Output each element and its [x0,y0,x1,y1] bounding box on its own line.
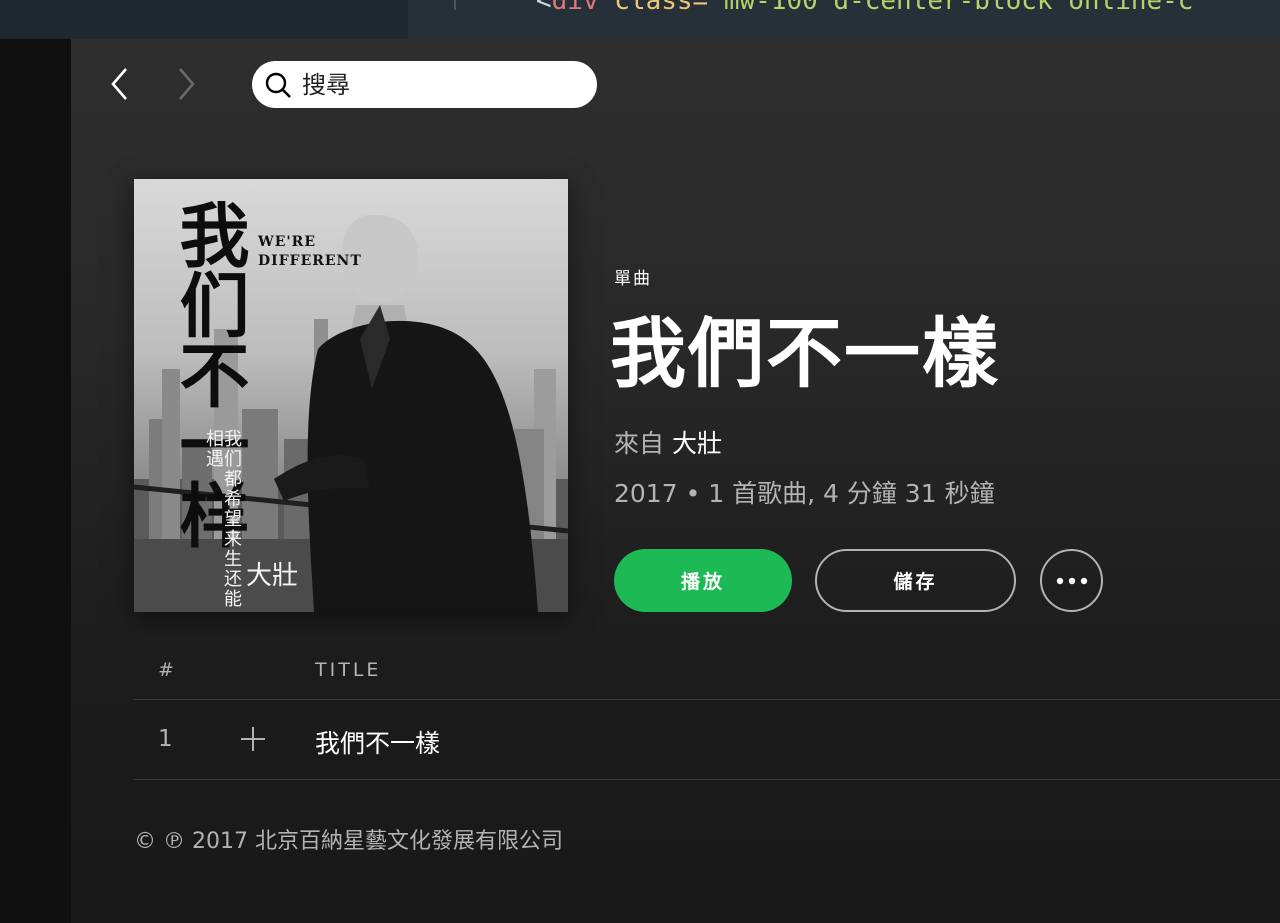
release-type-label: 單曲 [614,269,652,289]
forward-button[interactable] [168,66,204,102]
column-header-title[interactable]: TITLE [315,659,381,681]
album-cover: 我们不一样 WE'RE DIFFERENT 我们都希望来生还能相遇 大壯 [134,179,568,612]
release-meta: 2017 • 1 首歌曲, 4 分鐘 31 秒鐘 [614,479,995,508]
more-horizontal-icon [1056,577,1087,584]
cover-artist-art: 大壯 [246,561,299,591]
add-to-library-button[interactable] [238,724,268,754]
column-header-number: # [158,659,174,681]
artist-link[interactable]: 大壯 [672,429,722,458]
code-punct: < [536,0,552,16]
search-input[interactable] [300,69,574,100]
editor-code-line: <div class="mw-100 d-center-block online… [536,0,1193,16]
back-button[interactable] [102,66,138,102]
track-row[interactable]: 1 我們不一樣 [134,700,1280,779]
code-tag: div [551,0,599,16]
search-bar[interactable] [252,61,597,108]
cover-english-text: WE'RE DIFFERENT [258,234,362,269]
plus-icon [241,727,265,751]
code-editor-strip: <div class="mw-100 d-center-block online… [0,0,1280,39]
play-button[interactable]: 播放 [614,549,792,612]
code-string: "mw-100 d-center-block online-c [708,0,1194,16]
track-title: 我們不一樣 [315,729,441,758]
left-sidebar [0,39,71,923]
cover-subtitle-art: 我们都希望来生还能相遇 [203,429,242,609]
search-icon [265,72,291,98]
track-number: 1 [158,726,173,752]
album-title: 我們不一樣 [610,309,1000,398]
copyright-text: © ℗ 2017 北京百納星藝文化發展有限公司 [134,829,563,854]
artist-line: 來自 大壯 [614,424,722,460]
row-divider [134,779,1280,780]
artist-prefix: 來自 [614,429,665,458]
editor-left-pane [0,0,408,39]
more-options-button[interactable] [1040,549,1103,612]
code-attr: class= [598,0,709,16]
save-button[interactable]: 儲存 [815,549,1016,612]
editor-gutter-line [454,0,456,10]
chevron-left-icon [111,68,127,100]
chevron-right-icon [179,68,195,100]
